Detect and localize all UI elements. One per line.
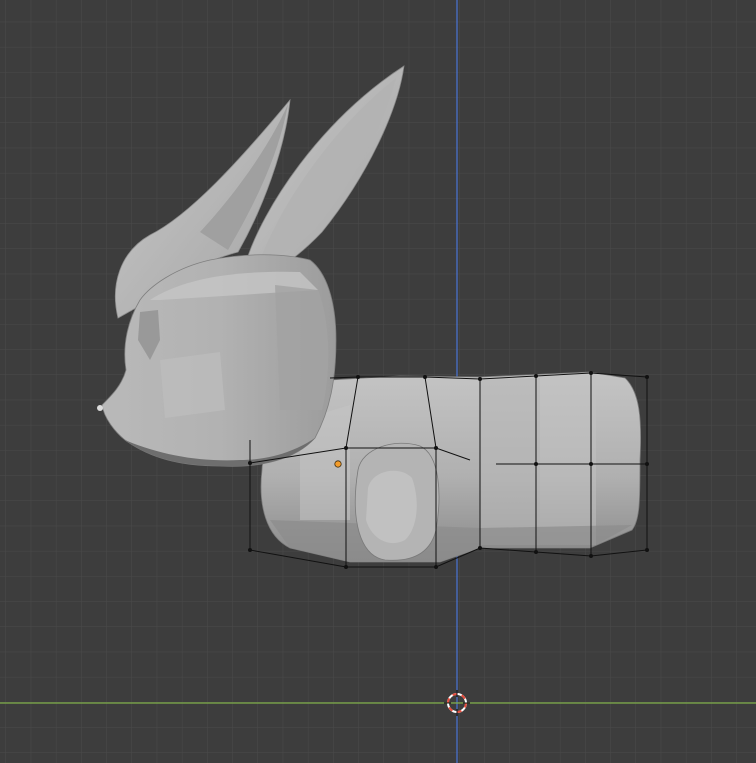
- cage-vertex[interactable]: [645, 375, 649, 379]
- cage-vertex[interactable]: [344, 446, 348, 450]
- cage-vertex[interactable]: [478, 546, 482, 550]
- body-facet-b: [540, 374, 596, 545]
- cage-vertex[interactable]: [589, 554, 593, 558]
- cage-vertex[interactable]: [645, 548, 649, 552]
- cage-vertex[interactable]: [645, 462, 649, 466]
- body-facet-a: [480, 378, 540, 545]
- viewport-canvas[interactable]: [0, 0, 756, 763]
- cage-vertex[interactable]: [534, 550, 538, 554]
- cage-vertex[interactable]: [589, 462, 593, 466]
- head-facet-cheek: [160, 352, 225, 418]
- cage-vertex[interactable]: [534, 462, 538, 466]
- cage-vertex[interactable]: [434, 446, 438, 450]
- cage-vertex[interactable]: [344, 565, 348, 569]
- cage-vertex[interactable]: [248, 548, 252, 552]
- head-facet-side: [275, 285, 329, 410]
- cage-vertex[interactable]: [248, 461, 252, 465]
- 3d-viewport[interactable]: [0, 0, 756, 763]
- cage-vertex[interactable]: [434, 565, 438, 569]
- object-origin-icon[interactable]: [334, 460, 342, 468]
- rabbit-paw: [366, 470, 417, 544]
- cage-vertex[interactable]: [589, 371, 593, 375]
- nose-tip: [97, 405, 103, 411]
- cage-vertex[interactable]: [356, 375, 360, 379]
- cage-vertex[interactable]: [478, 377, 482, 381]
- cage-vertex[interactable]: [423, 375, 427, 379]
- cage-vertex[interactable]: [534, 374, 538, 378]
